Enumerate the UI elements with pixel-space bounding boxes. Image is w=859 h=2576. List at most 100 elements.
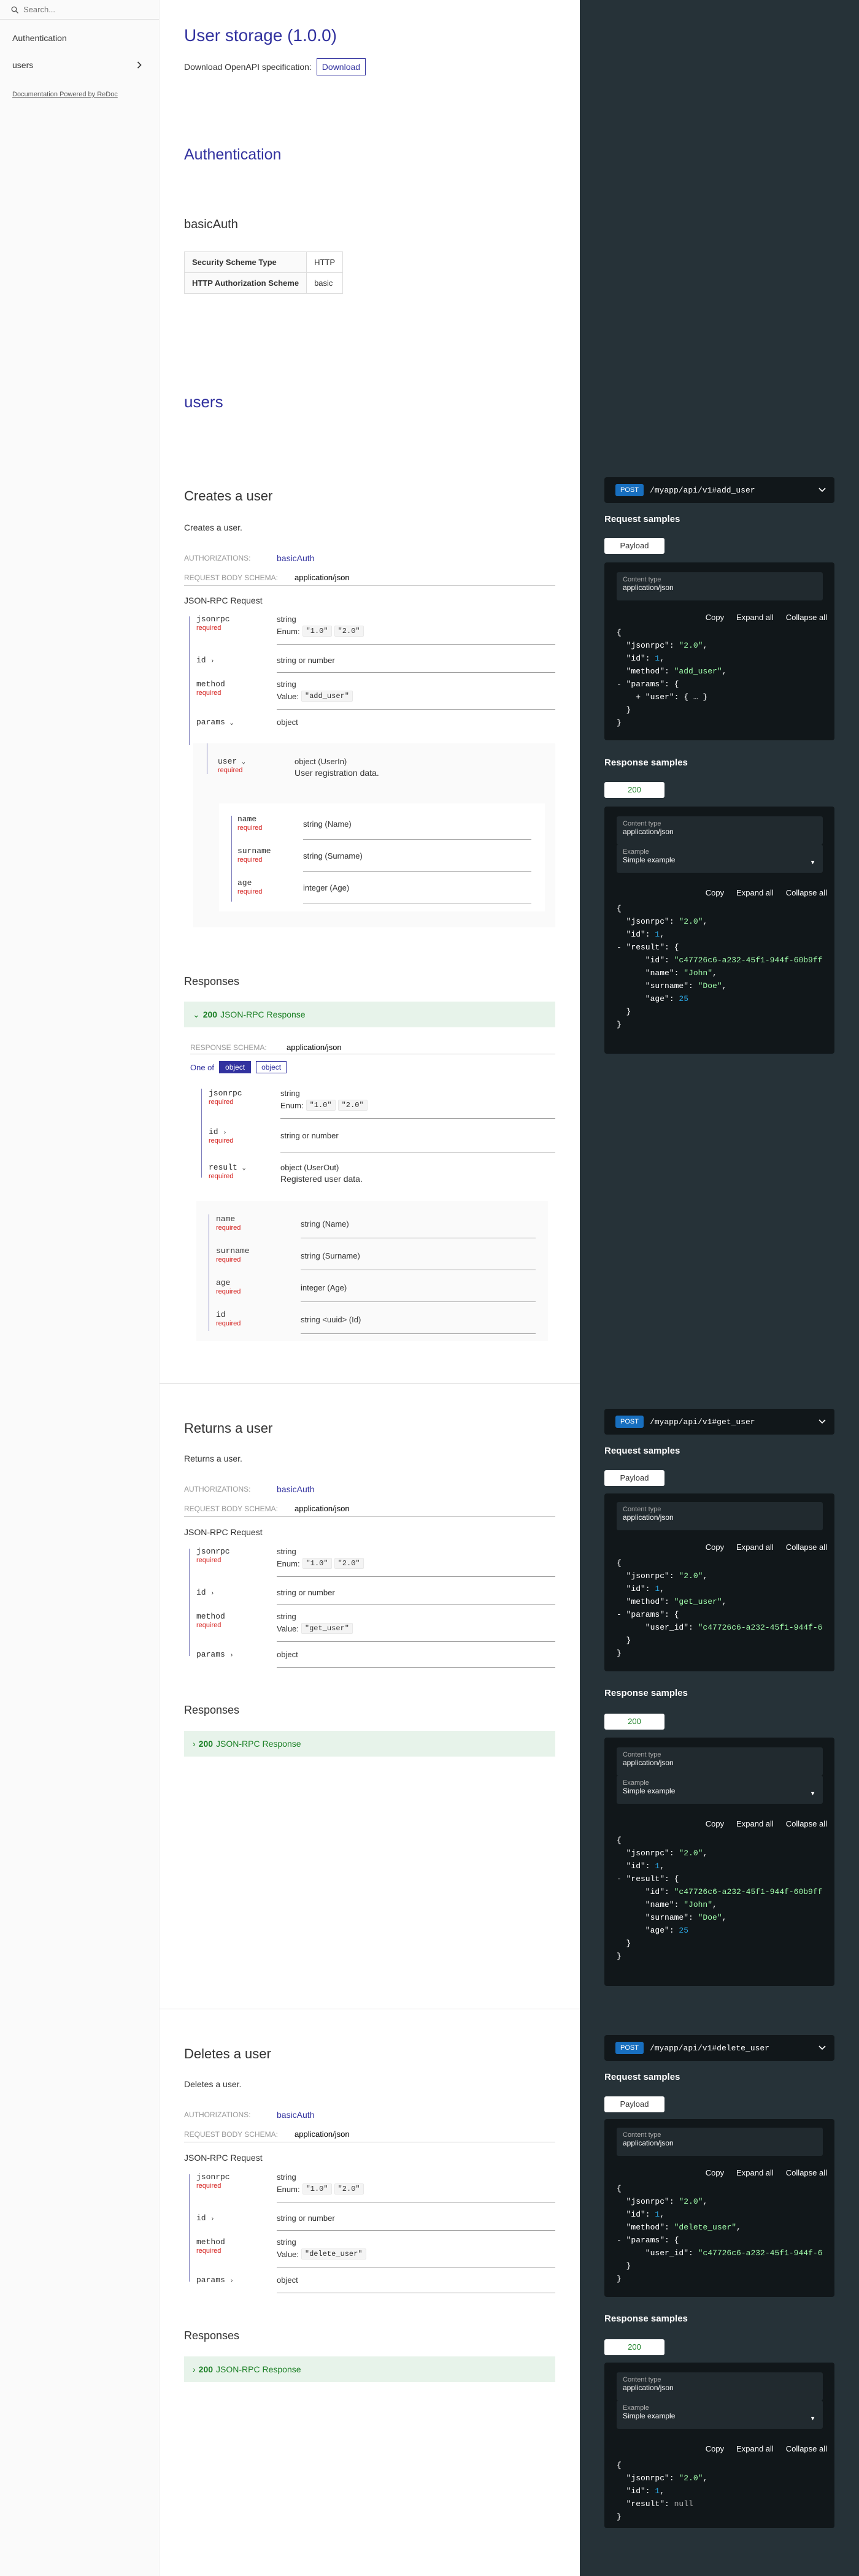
json-value: 1 <box>655 2210 660 2219</box>
example-select[interactable]: Example Simple example ▼ <box>617 845 823 873</box>
field-params[interactable]: params › object <box>184 1650 555 1671</box>
copy-button[interactable]: Copy <box>706 2444 724 2453</box>
collapse-all-button[interactable]: Collapse all <box>786 2168 827 2177</box>
copy-button[interactable]: Copy <box>706 2168 724 2177</box>
content-type-value: application/json <box>623 2383 674 2392</box>
field-name: params › <box>196 1650 234 1659</box>
endpoint-bar[interactable]: POST/myapp/api/v1#get_user <box>604 1409 834 1435</box>
table-cell: HTTP Authorization Scheme <box>183 272 307 294</box>
expand-all-button[interactable]: Expand all <box>736 1819 774 1828</box>
powered-by-link[interactable]: Documentation Powered by ReDoc <box>12 91 159 98</box>
response-label: JSON-RPC Response <box>216 2364 301 2374</box>
endpoint-bar[interactable]: POST/myapp/api/v1#delete_user <box>604 2035 834 2061</box>
content-type-box: Content type application/json <box>617 572 823 600</box>
expand-all-button[interactable]: Expand all <box>736 1543 774 1552</box>
enum-value: "2.0" <box>334 626 364 637</box>
chevron-right-icon <box>137 61 142 69</box>
tab-200[interactable]: 200 <box>604 2339 664 2355</box>
table-row: HTTP Authorization Scheme basic <box>183 272 344 294</box>
collapse-all-button[interactable]: Collapse all <box>786 1819 827 1828</box>
collapse-all-button[interactable]: Collapse all <box>786 1543 827 1552</box>
response-label: JSON-RPC Response <box>220 1010 306 1019</box>
example-select[interactable]: Example Simple example ▼ <box>617 1776 823 1804</box>
response-sample-box: Content type application/json Example Simp… <box>604 2363 834 2528</box>
sidebar-item-label: users <box>12 60 34 70</box>
json-line: "jsonrpc": "2.0", <box>617 1849 708 1858</box>
tab-200[interactable]: 200 <box>604 782 664 798</box>
search-bar[interactable]: Search... <box>0 0 159 20</box>
auth-link[interactable]: basicAuth <box>277 553 314 563</box>
field-type: object <box>277 718 298 727</box>
copy-button[interactable]: Copy <box>706 888 724 897</box>
sidebar-item-users[interactable]: users <box>0 52 159 79</box>
field-type: object (UserOut) <box>280 1163 339 1172</box>
divider <box>277 1604 555 1605</box>
sidebar-item-authentication[interactable]: Authentication <box>0 25 159 52</box>
field-type: string (Surname) <box>301 1251 360 1260</box>
one-of-option-1[interactable]: object <box>219 1061 252 1073</box>
json-line: "age": 25 <box>617 1926 689 1935</box>
search-input[interactable]: Search... <box>23 5 55 14</box>
response-200-toggle[interactable]: › 200 JSON-RPC Response <box>184 2356 555 2382</box>
resp-field-result[interactable]: result ⌄ required object (UserOut) Regis… <box>196 1163 555 1187</box>
responses-title: Responses <box>184 1704 240 1716</box>
op-description: Deletes a user. <box>184 2079 242 2089</box>
status-code: 200 <box>202 1010 218 1019</box>
copy-button[interactable]: Copy <box>706 613 724 622</box>
expand-all-button[interactable]: Expand all <box>736 888 774 897</box>
json-sample: { "jsonrpc": "2.0", "id": 1, - "result": … <box>617 902 823 1031</box>
field-type: string <box>277 2237 296 2247</box>
expand-all-button[interactable]: Expand all <box>736 613 774 622</box>
field-params[interactable]: params ⌄ object <box>184 718 555 731</box>
search-icon <box>11 6 18 13</box>
auth-link[interactable]: basicAuth <box>277 1484 314 1494</box>
copy-button[interactable]: Copy <box>706 1543 724 1552</box>
tab-200[interactable]: 200 <box>604 1714 664 1730</box>
chevron-right-icon: › <box>229 1652 234 1659</box>
content-type-value: application/json <box>295 1504 350 1513</box>
response-sample-box: Content type application/json Example Simp… <box>604 1738 834 1986</box>
divider <box>301 1301 536 1302</box>
field-type: string <box>277 615 296 624</box>
content-type-value: application/json <box>623 1758 674 1767</box>
expand-all-button[interactable]: Expand all <box>736 2168 774 2177</box>
collapse-all-button[interactable]: Collapse all <box>786 888 827 897</box>
chevron-down-icon: ⌄ <box>193 1009 200 1019</box>
enum-label: Enum: <box>280 1100 304 1110</box>
one-of-option-2[interactable]: object <box>256 1061 287 1073</box>
response-200-toggle[interactable]: ⌄ 200 JSON-RPC Response <box>184 1002 555 1027</box>
tab-payload[interactable]: Payload <box>604 538 664 554</box>
json-line: "user_id": "c47726c6-a232-45f1-944f-60b9… <box>617 2247 823 2260</box>
expand-all-button[interactable]: Expand all <box>736 2444 774 2453</box>
example-value: Simple example <box>623 856 676 864</box>
op-get-user: Returns a user Returns a user. AUTHORIZA… <box>184 1411 555 1791</box>
content-type-value: application/json <box>295 573 350 582</box>
example-value: Simple example <box>623 2412 676 2420</box>
endpoint-bar[interactable]: POST/myapp/api/v1#add_user <box>604 477 834 503</box>
request-title: JSON-RPC Request <box>184 596 263 605</box>
tab-payload[interactable]: Payload <box>604 2096 664 2112</box>
chevron-down-icon: ⌄ <box>242 1165 246 1172</box>
request-title: JSON-RPC Request <box>184 1527 263 1537</box>
content-type-box: Content type application/json <box>617 2372 823 2401</box>
enum-label: Enum: <box>277 1558 300 1568</box>
auth-table: Security Scheme Type HTTP HTTP Authorizat… <box>183 251 344 294</box>
json-line: - "params": { <box>617 680 679 689</box>
auth-link[interactable]: basicAuth <box>277 2110 314 2120</box>
enum-value: "1.0" <box>306 1100 336 1111</box>
json-line: "age": 25 <box>617 994 689 1003</box>
field-name: method <box>196 2237 225 2247</box>
resp-field-id: id › required string or number <box>196 1127 555 1154</box>
download-button[interactable]: Download <box>316 58 366 75</box>
field-params[interactable]: params › object <box>184 2275 555 2296</box>
required-badge: required <box>218 767 243 774</box>
tab-payload[interactable]: Payload <box>604 1470 664 1486</box>
example-select[interactable]: Example Simple example ▼ <box>617 2401 823 2429</box>
collapse-all-button[interactable]: Collapse all <box>786 2444 827 2453</box>
field-type: object <box>277 2275 298 2285</box>
response-200-toggle[interactable]: › 200 JSON-RPC Response <box>184 1731 555 1757</box>
copy-button[interactable]: Copy <box>706 1819 724 1828</box>
collapse-all-button[interactable]: Collapse all <box>786 613 827 622</box>
json-line: "id": 1, <box>617 1584 665 1593</box>
nested-result: name required string (Name) surname requ… <box>196 1201 548 1341</box>
